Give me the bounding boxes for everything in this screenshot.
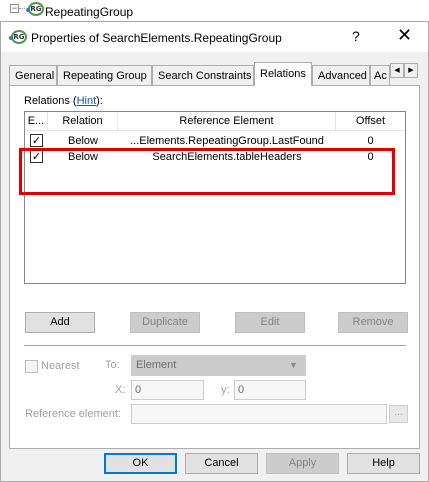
column-header-relation[interactable]: Relation (48, 112, 118, 131)
y-input[interactable]: 0 (234, 380, 306, 400)
x-label: X: (115, 384, 126, 396)
help-button[interactable]: Help (347, 453, 420, 474)
row-enabled-checkbox[interactable]: ✓ (30, 134, 43, 147)
tree-collapse-toggle[interactable]: − (10, 4, 19, 13)
ok-button[interactable]: OK (104, 453, 177, 474)
relations-tab-panel: Relations (Hint): E... Relation Referenc… (9, 85, 420, 449)
highlight-annotation (19, 148, 395, 195)
separator (24, 345, 406, 346)
duplicate-button[interactable]: Duplicate (130, 312, 200, 333)
tab-scroll-left-icon[interactable]: ◀ (390, 63, 404, 78)
relations-label-prefix: Relations ( (24, 95, 77, 107)
column-header-offset[interactable]: Offset (336, 112, 405, 131)
x-input[interactable]: 0 (131, 380, 204, 400)
chevron-down-icon: ▼ (289, 360, 298, 370)
relations-list[interactable]: E... Relation Reference Element Offset ✓… (24, 111, 406, 284)
dialog-title: Properties of SearchElements.RepeatingGr… (31, 31, 282, 45)
tab-search-constraints[interactable]: Search Constraints (152, 65, 254, 85)
dialog-titlebar: RG Properties of SearchElements.Repeatin… (1, 22, 428, 52)
edit-button[interactable]: Edit (235, 312, 305, 333)
nearest-label: Nearest (41, 360, 80, 372)
reference-element-input[interactable] (131, 404, 387, 424)
row-relation: Below (68, 135, 98, 147)
tree-connector (19, 8, 25, 9)
column-header-reference-element[interactable]: Reference Element (118, 112, 336, 131)
add-button[interactable]: Add (25, 312, 95, 333)
help-question-icon[interactable]: ? (352, 28, 360, 44)
properties-dialog: RG Properties of SearchElements.Repeatin… (0, 21, 429, 482)
relations-label: Relations (Hint): (24, 95, 103, 107)
y-label: y: (221, 384, 230, 396)
relations-label-suffix: ): (96, 95, 103, 107)
cancel-button[interactable]: Cancel (185, 453, 258, 474)
column-header-enabled[interactable]: E... (25, 112, 48, 131)
dialog-title-icon: RG (9, 30, 27, 44)
tab-repeating-group[interactable]: Repeating Group (57, 65, 152, 85)
close-icon[interactable]: ✕ (397, 25, 412, 46)
repeating-group-node-icon: RG (26, 2, 44, 16)
to-select[interactable]: Element ▼ (131, 355, 306, 376)
reference-element-label: Reference element: (25, 408, 121, 420)
table-row[interactable]: ✓ Below ...Elements.RepeatingGroup.LastF… (25, 133, 405, 149)
tab-relations[interactable]: Relations (254, 62, 312, 86)
to-select-value: Element (136, 359, 177, 371)
row-reference-element: ...Elements.RepeatingGroup.LastFound (130, 135, 324, 147)
tab-scroll-right-icon[interactable]: ▶ (404, 63, 418, 78)
browse-button[interactable]: ... (389, 405, 408, 423)
hint-link[interactable]: Hint (77, 95, 97, 107)
tab-advanced[interactable]: Advanced (312, 65, 370, 85)
apply-button[interactable]: Apply (266, 453, 339, 474)
tab-ac-truncated[interactable]: Ac (370, 65, 390, 85)
row-offset: 0 (367, 135, 374, 147)
remove-button[interactable]: Remove (338, 312, 408, 333)
tree-node-label[interactable]: RepeatingGroup (45, 5, 133, 19)
nearest-checkbox[interactable] (25, 360, 38, 373)
to-label: To: (105, 359, 120, 371)
tab-general[interactable]: General (9, 65, 57, 85)
